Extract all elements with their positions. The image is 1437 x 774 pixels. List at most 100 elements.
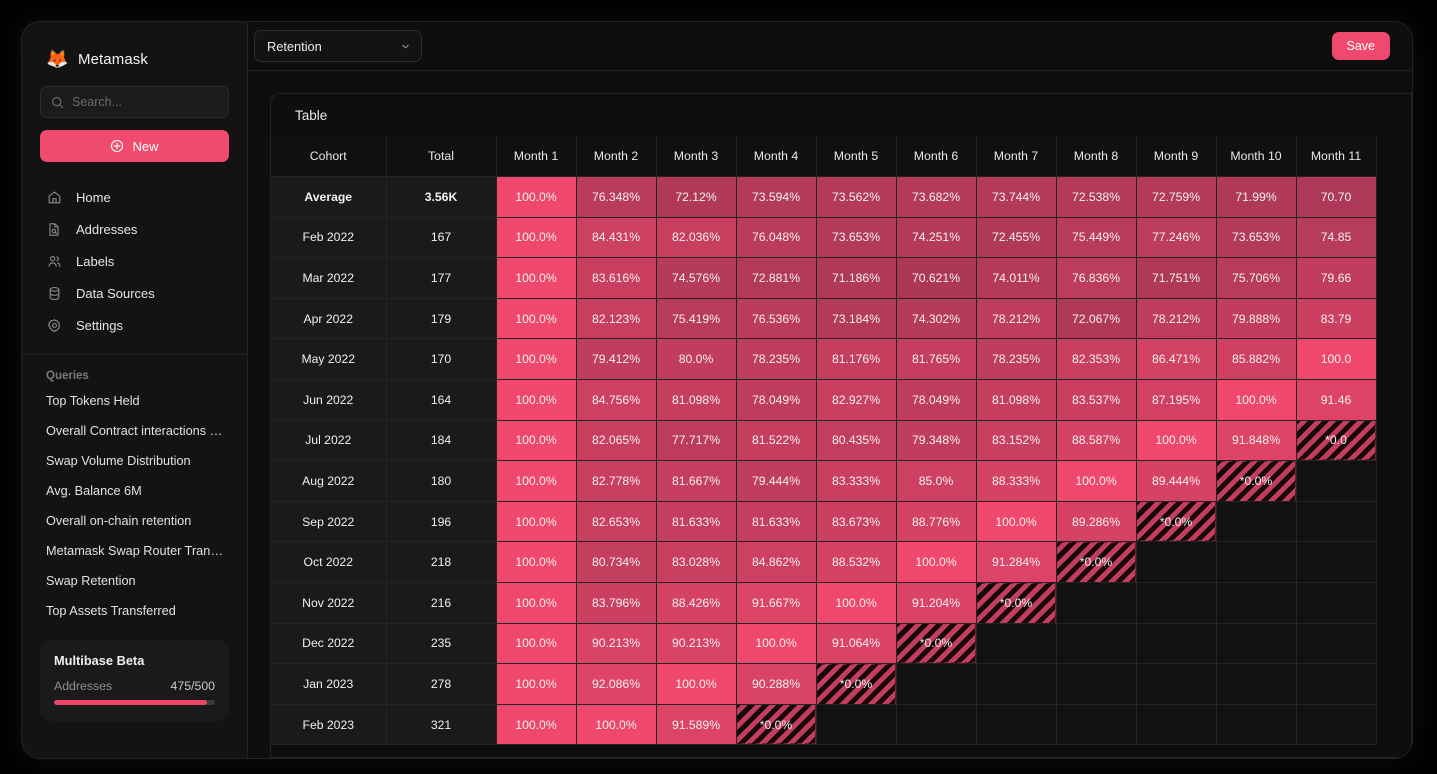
search-icon [52,96,64,108]
total-cell: 180 [386,460,497,502]
query-item[interactable]: Top Assets Transferred [40,596,229,626]
retention-cell: 100.0% [576,704,657,746]
document-search-icon [46,221,62,237]
empty-cell [1216,582,1297,624]
empty-cell [1216,663,1297,705]
save-button[interactable]: Save [1331,32,1390,60]
beta-card: Multibase Beta Addresses 475/500 [40,640,229,721]
table-column-header: Month 8 [1056,136,1137,178]
cohort-cell: Dec 2022 [271,623,387,665]
query-item-label: Top Tokens Held [46,394,140,408]
retention-cell: 84.756% [576,379,657,421]
retention-cell: 72.759% [1136,176,1217,218]
sidebar-item-settings[interactable]: Settings [40,310,229,340]
retention-cell: 72.881% [736,257,817,299]
retention-cell: 82.927% [816,379,897,421]
cohort-cell: Oct 2022 [271,541,387,584]
query-item[interactable]: Overall on-chain retention [40,506,229,536]
table-row: Jul 2022 184 100.0% 82.065% 77.717% 81.522% 80… [271,420,1377,462]
empty-cell [1056,704,1137,746]
retention-cell: 83.796% [576,582,657,624]
sidebar-item-home[interactable]: Home [40,182,229,212]
beta-card-metric: Addresses 475/500 [54,679,215,693]
retention-cell: 91.667% [736,582,817,624]
table-row: Dec 2022 235 100.0% 90.213% 90.213% 100.0% 91.… [271,623,1377,665]
retention-cell: 80.435% [816,420,897,462]
retention-cell: 89.444% [1136,460,1217,502]
query-item[interactable]: Overall Contract interactions Le... [40,416,229,446]
retention-cell: 88.532% [816,541,897,584]
query-item[interactable]: Metamask Swap Router Transa... [40,536,229,566]
query-item-label: Metamask Swap Router Transa... [46,544,227,558]
empty-cell [1136,541,1217,584]
retention-cell: 78.049% [736,379,817,421]
retention-cell: 88.426% [656,582,737,624]
total-cell: 170 [386,338,497,381]
retention-cell: 82.653% [576,501,657,543]
total-cell: 179 [386,298,497,340]
null-cell: *0.0% [976,582,1057,624]
query-item-label: Overall Contract interactions Le... [46,424,227,438]
retention-cell: 83.616% [576,257,657,299]
query-item[interactable]: Avg. Balance 6M [40,476,229,506]
null-cell: *0.0% [1136,501,1217,543]
retention-cell: 100.0% [656,663,737,705]
search-input[interactable]: Search... [40,86,229,118]
queries-section-title: Queries [46,370,89,382]
table-column-header: Month 6 [896,136,977,178]
retention-cell: 87.195% [1136,379,1217,421]
retention-cell: 79.444% [736,460,817,502]
retention-cell: 81.633% [656,501,737,543]
new-button[interactable]: New [40,130,229,162]
retention-cell: 83.028% [656,541,737,584]
retention-cell: 92.086% [576,663,657,705]
retention-cell: 75.419% [656,298,737,340]
query-item[interactable]: Swap Volume Distribution [40,446,229,476]
total-cell: 278 [386,663,497,705]
sidebar-item-addresses[interactable]: Addresses [40,214,229,244]
retention-cell: 83.673% [816,501,897,543]
retention-cell: 90.213% [576,623,657,665]
total-cell: 184 [386,420,497,462]
null-cell: *0.0 [1296,420,1377,462]
table-body: Average 3.56K 100.0% 76.348% 72.12% 73.594% 73… [271,176,1377,746]
sidebar-item-data-sources[interactable]: Data Sources [40,278,229,308]
retention-cell: 81.176% [816,338,897,381]
total-cell: 321 [386,704,497,746]
view-select[interactable]: Retention [254,30,422,62]
query-item-label: Swap Retention [46,574,136,588]
empty-cell [1216,623,1297,665]
cohort-cell: Jan 2023 [271,663,387,705]
table-row: Feb 2022 167 100.0% 84.431% 82.036% 76.048% 73… [271,217,1377,259]
retention-cell: 77.246% [1136,217,1217,259]
retention-cell: 100.0% [496,582,577,624]
retention-cell: 91.204% [896,582,977,624]
retention-cell: 79.66 [1296,257,1377,299]
retention-cell: 72.067% [1056,298,1137,340]
total-cell: 196 [386,501,497,543]
null-cell: *0.0% [1056,541,1137,584]
query-item[interactable]: Top Tokens Held [40,386,229,416]
sidebar-item-labels[interactable]: Labels [40,246,229,276]
beta-card-title: Multibase Beta [54,653,145,668]
retention-cell: 70.70 [1296,176,1377,218]
beta-metric-label: Addresses [54,679,113,693]
retention-table: Cohort Total Month 1 Month 2 Month 3 Month 4M… [271,136,1377,746]
sidebar-divider [22,354,247,355]
table-row: Jun 2022 164 100.0% 84.756% 81.098% 78.049% 82… [271,379,1377,421]
retention-cell: 73.184% [816,298,897,340]
query-item-label: Avg. Balance 6M [46,484,142,498]
empty-cell [976,623,1057,665]
retention-cell: 73.653% [1216,217,1297,259]
retention-cell: 82.778% [576,460,657,502]
retention-cell: 100.0% [496,338,577,381]
empty-cell [816,704,897,746]
gear-icon [46,317,62,333]
retention-cell: 78.235% [736,338,817,381]
brand-name: Metamask [78,50,148,68]
empty-cell [976,663,1057,705]
database-icon [46,285,62,301]
sidebar-item-label: Labels [76,253,115,269]
query-item[interactable]: Swap Retention [40,566,229,596]
fox-icon: 🦊 [46,49,69,69]
